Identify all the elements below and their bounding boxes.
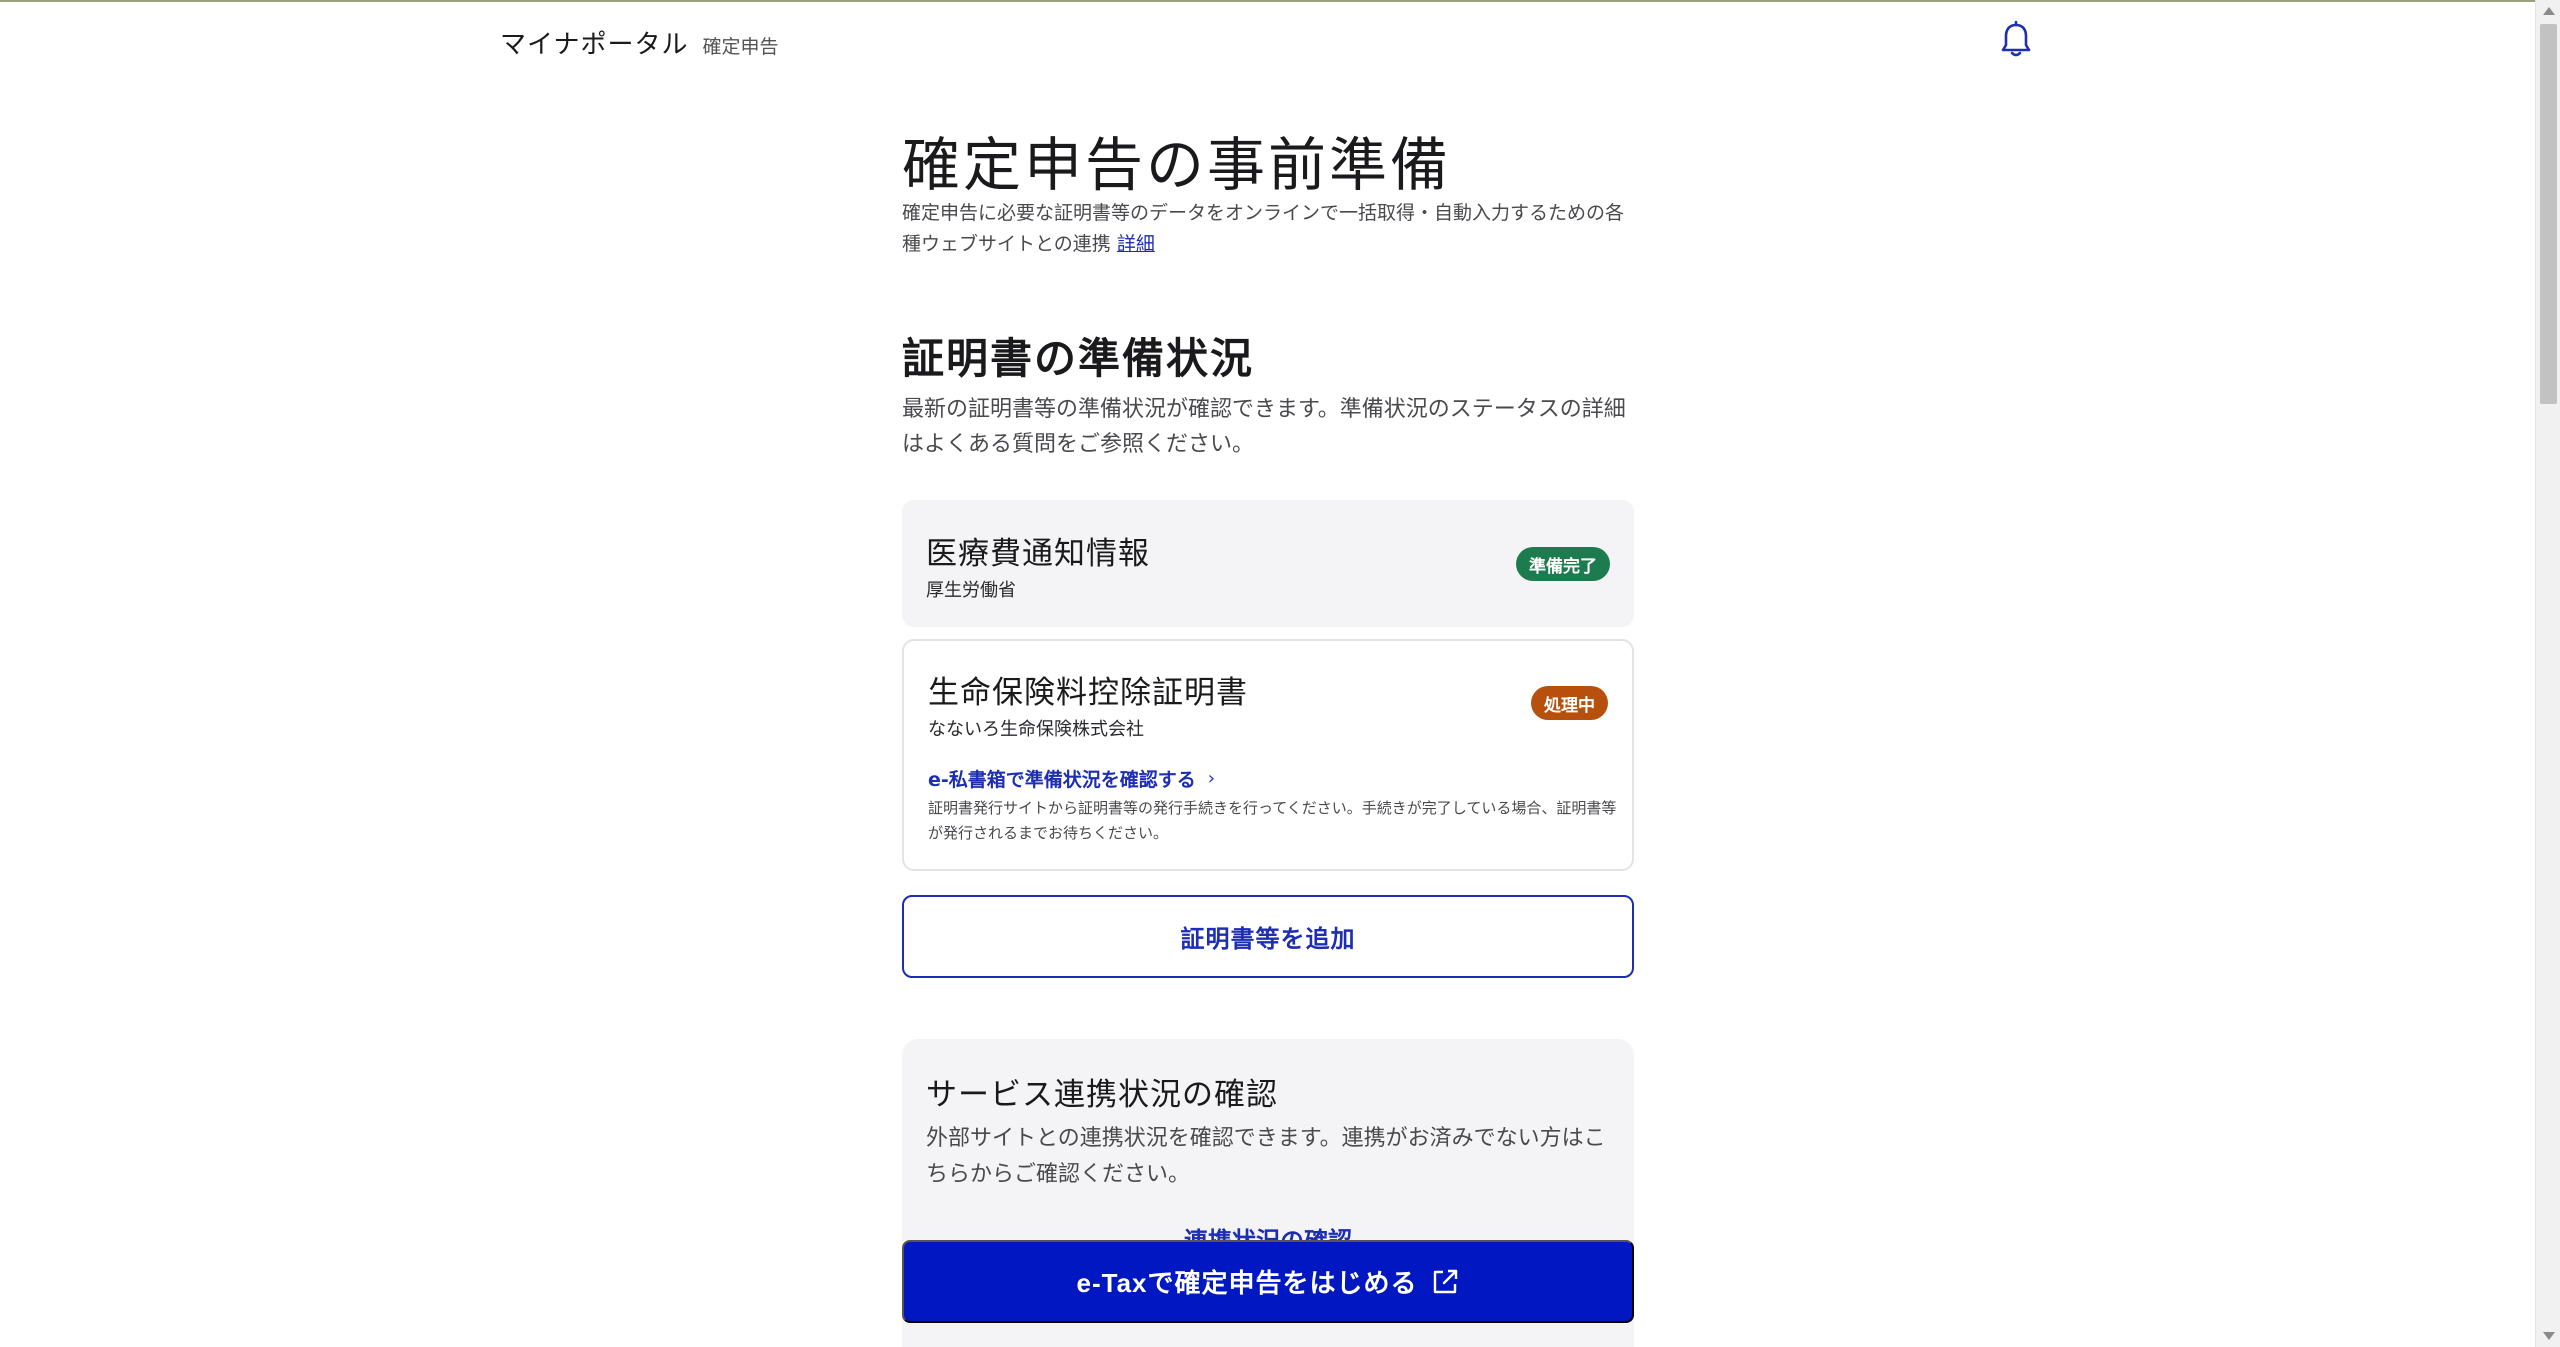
e-shishobako-link[interactable]: e-私書箱で準備状況を確認する ›: [928, 765, 1215, 792]
service-link-status-description: 外部サイトとの連携状況を確認できます。連携がお済みでない方はこちらからご確認くだ…: [926, 1126, 1606, 1187]
site-header: マイナポータル 確定申告: [0, 0, 2535, 80]
page-description: 確定申告に必要な証明書等のデータをオンラインで一括取得・自動入力するための各種ウ…: [902, 198, 1634, 260]
chevron-right-icon: ›: [1207, 768, 1215, 789]
certificate-status-title: 証明書の準備状況: [902, 334, 1255, 383]
bell-icon[interactable]: [1998, 20, 2034, 60]
certificate-issuer: 厚生労働省: [926, 580, 1016, 601]
page-description-text: 確定申告に必要な証明書等のデータをオンラインで一括取得・自動入力するための各種ウ…: [902, 202, 1625, 255]
status-badge: 準備完了: [1516, 547, 1610, 581]
certificate-title: 医療費通知情報: [926, 536, 1150, 572]
certificate-issuer: なないろ生命保険株式会社: [928, 719, 1144, 740]
scroll-down-arrow-icon[interactable]: [2536, 1325, 2560, 1347]
scrollbar-thumb[interactable]: [2540, 24, 2557, 404]
brand-section: 確定申告: [702, 36, 779, 58]
external-link-icon: [1433, 1269, 1457, 1293]
start-etax-button[interactable]: e-Taxで確定申告をはじめる: [902, 1240, 1634, 1323]
brand[interactable]: マイナポータル 確定申告: [500, 24, 779, 61]
detail-link[interactable]: 詳細: [1117, 233, 1155, 255]
certificate-status-description: 最新の証明書等の準備状況が確認できます。準備状況のステータスの詳細はよくある質問…: [902, 397, 1626, 457]
vertical-scrollbar[interactable]: [2535, 0, 2560, 1347]
e-shishobako-link-label: e-私書箱で準備状況を確認する: [928, 769, 1196, 791]
brand-name[interactable]: マイナポータル: [500, 24, 688, 61]
status-badge: 処理中: [1531, 686, 1608, 720]
service-link-status-title: サービス連携状況の確認: [926, 1077, 1278, 1113]
start-etax-label: e-Taxで確定申告をはじめる: [1076, 1268, 1418, 1298]
add-certificate-button[interactable]: 証明書等を追加: [902, 895, 1634, 978]
scroll-up-arrow-icon[interactable]: [2536, 0, 2560, 22]
page-title: 確定申告の事前準備: [902, 131, 1452, 199]
certificate-title: 生命保険料控除証明書: [928, 675, 1248, 711]
certificate-note: 証明書発行サイトから証明書等の発行手続きを行ってください。手続きが完了している場…: [928, 799, 1617, 842]
certificate-card-life-insurance: 生命保険料控除証明書 なないろ生命保険株式会社 処理中 e-私書箱で準備状況を確…: [902, 639, 1634, 871]
certificate-card-medical[interactable]: 医療費通知情報 厚生労働省 準備完了: [902, 500, 1634, 627]
